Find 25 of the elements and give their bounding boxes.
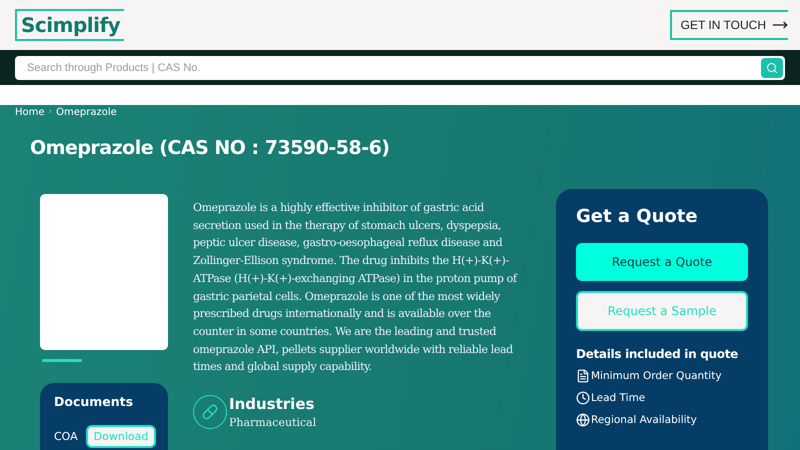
quote-title: Get a Quote <box>576 206 699 227</box>
get-in-touch-button[interactable]: GET IN TOUCH <box>670 10 788 40</box>
search-icon <box>766 62 778 74</box>
details-title: Details included in quote <box>576 347 739 361</box>
breadcrumb-separator: › <box>48 107 52 117</box>
detail-label: Regional Availability <box>591 414 697 426</box>
documents-title: Documents <box>54 394 134 409</box>
industries-title: Industries <box>229 395 316 414</box>
page-title: Omeprazole (CAS NO : 73590-58-6) <box>30 137 390 161</box>
detail-label: Minimum Order Quantity <box>591 370 722 382</box>
document-label: COA <box>54 430 78 443</box>
detail-label: Lead Time <box>591 392 646 404</box>
search-bar[interactable]: Search through Products | CAS No. <box>15 56 785 80</box>
breadcrumb-link[interactable]: Home <box>15 106 45 118</box>
document-icon <box>576 369 590 383</box>
clock-icon <box>576 391 590 405</box>
globe-icon <box>576 413 590 427</box>
logo[interactable]: Scimplify <box>15 9 124 41</box>
product-description: Omeprazole is a highly effective inhibitor of gastric acid secretion used in the therapy of stomach ulcers, dyspepsia, peptic ulcer disease, gastro-oesophageal reflux disease and Zollinger-Ellison syndrome. The drug inhibits the H(+)-K(+)-ATPase (H(+)-K(+)-exchanging ATPase) in the proton pump of gastric parietal cells. Omeprazole is one of the most widely prescribed drugs internationally and is available over the counter in some countries. We are the leading and trusted omeprazole API, pellets supplier worldwide with reliable lead times and global supply capability. <box>193 200 519 376</box>
search-button[interactable] <box>761 58 783 78</box>
industries-value: Pharmaceutical <box>229 416 316 430</box>
slide-indicator[interactable] <box>42 359 82 362</box>
request-quote-button[interactable]: Request a Quote <box>576 243 748 281</box>
pill-icon <box>193 395 227 430</box>
breadcrumb-link[interactable]: Omeprazole <box>56 106 117 118</box>
